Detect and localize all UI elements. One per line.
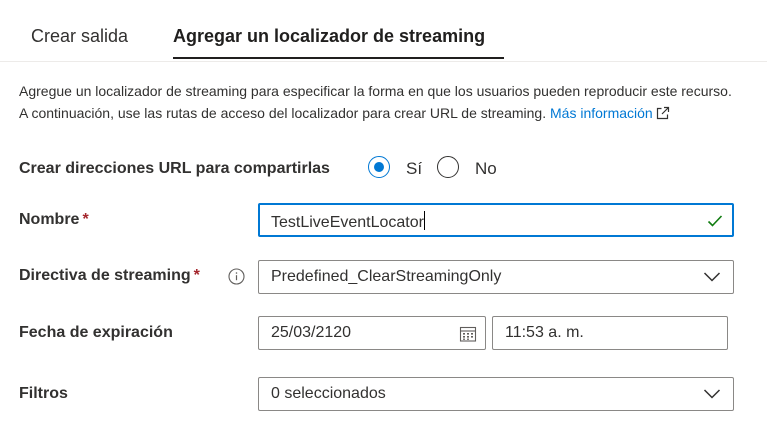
- expiration-date-input[interactable]: 25/03/2120: [258, 316, 486, 350]
- filters-label: Filtros: [19, 385, 68, 402]
- radio-si-label: Sí: [406, 159, 423, 178]
- expiration-label: Fecha de expiración: [19, 324, 173, 341]
- name-input[interactable]: TestLiveEventLocator: [258, 203, 734, 237]
- filters-select-value: 0 seleccionados: [271, 385, 386, 402]
- more-info-link[interactable]: Más información: [550, 105, 653, 121]
- tab-agregar-localizador[interactable]: Agregar un localizador de streaming: [173, 26, 485, 47]
- required-marker: *: [193, 267, 200, 284]
- policy-select[interactable]: Predefined_ClearStreamingOnly: [258, 260, 734, 294]
- tab-crear-salida[interactable]: Crear salida: [31, 26, 128, 47]
- radio-si-dot: [374, 162, 384, 172]
- expiration-time-value: 11:53 a. m.: [505, 324, 584, 341]
- radio-no-label: No: [475, 159, 497, 178]
- policy-label-text: Directiva de streaming: [19, 267, 191, 284]
- external-link-icon[interactable]: [656, 106, 670, 120]
- required-marker: *: [82, 211, 89, 228]
- description: Agregue un localizador de streaming para…: [19, 80, 739, 124]
- share-urls-label: Crear direcciones URL para compartirlas: [19, 160, 330, 177]
- share-urls-row: Crear direcciones URL para compartirlas …: [19, 156, 619, 182]
- calendar-icon[interactable]: [459, 325, 477, 343]
- expiration-date-value: 25/03/2120: [271, 324, 352, 341]
- radio-no-circle[interactable]: [437, 156, 459, 178]
- check-icon: [707, 215, 723, 227]
- chevron-down-icon: [703, 272, 721, 282]
- expiration-time-input[interactable]: 11:53 a. m.: [492, 316, 728, 350]
- name-label-text: Nombre: [19, 211, 80, 228]
- policy-label: Directiva de streaming *: [19, 267, 200, 285]
- active-tab-indicator: [173, 57, 504, 59]
- chevron-down-icon: [703, 389, 721, 399]
- tab-bar: Crear salida Agregar un localizador de s…: [0, 0, 767, 62]
- name-label: Nombre *: [19, 211, 89, 229]
- policy-select-value: Predefined_ClearStreamingOnly: [271, 268, 502, 285]
- name-value-text: TestLiveEventLocator: [271, 214, 424, 231]
- filters-select[interactable]: 0 seleccionados: [258, 377, 734, 411]
- tabs-divider: [0, 61, 767, 62]
- name-input-value: TestLiveEventLocator: [271, 211, 425, 232]
- text-caret: [423, 211, 425, 230]
- info-icon[interactable]: [228, 268, 245, 285]
